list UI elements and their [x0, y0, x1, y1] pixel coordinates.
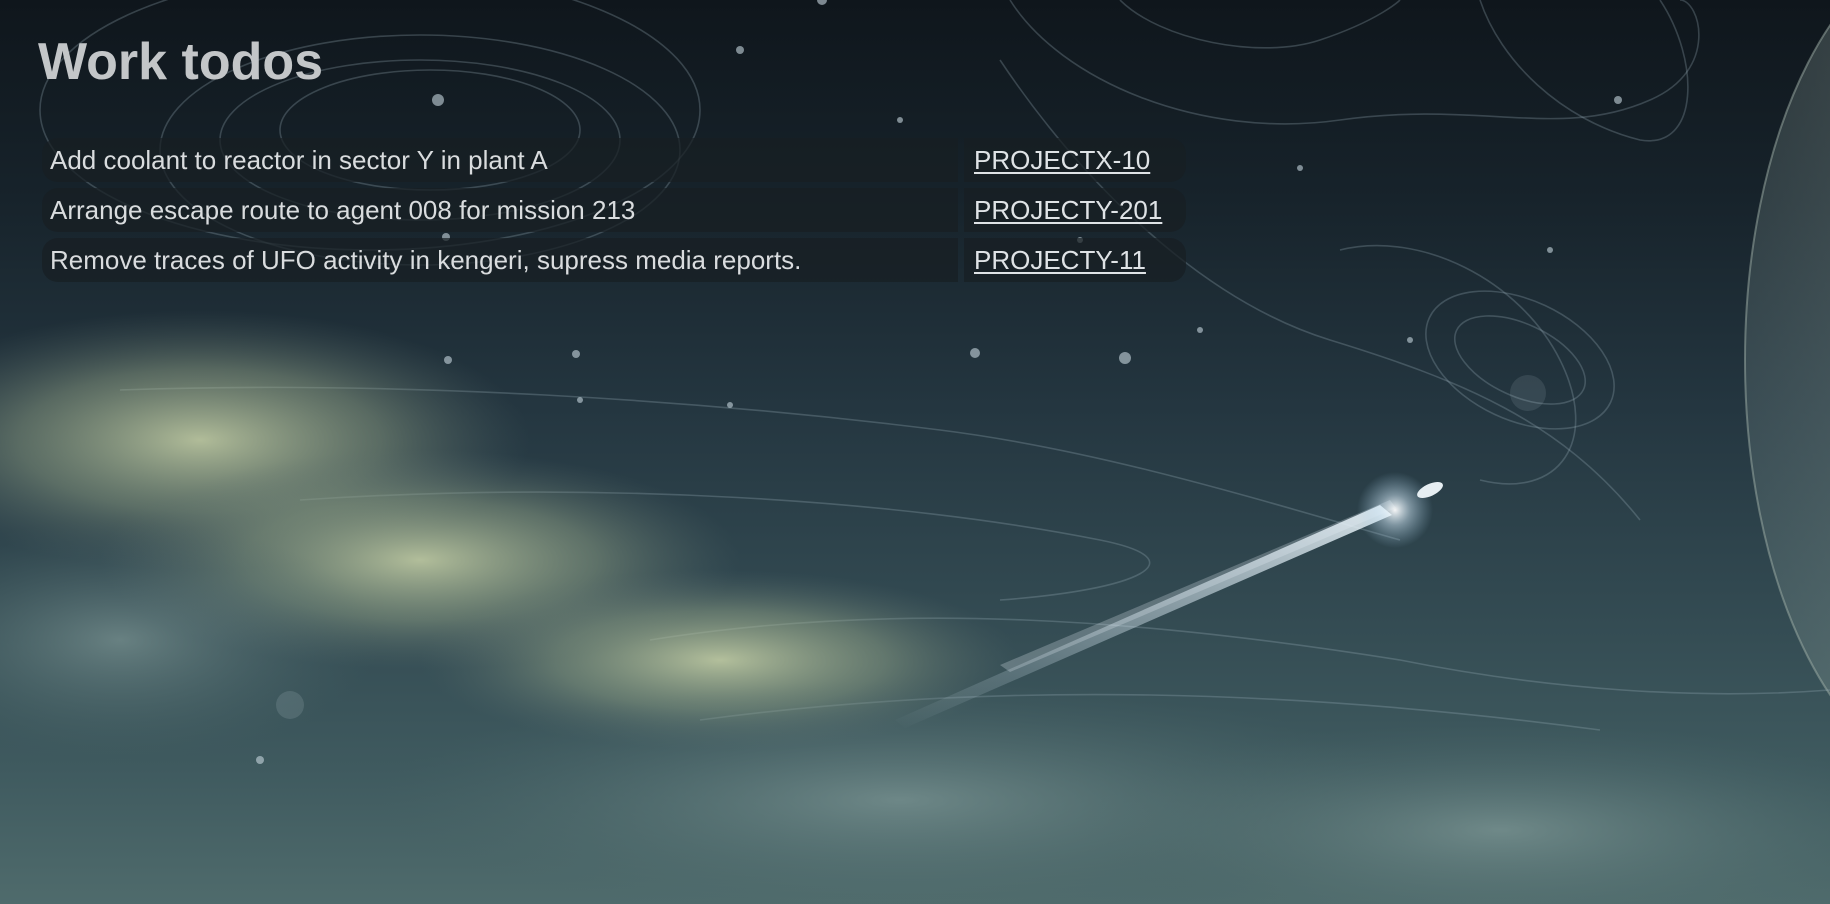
- issue-link[interactable]: PROJECTY-11: [974, 245, 1146, 275]
- todo-task: Remove traces of UFO activity in kengeri…: [42, 238, 958, 282]
- todo-key-cell: PROJECTX-10: [964, 138, 1186, 182]
- table-row: Arrange escape route to agent 008 for mi…: [42, 188, 1186, 232]
- table-row: Add coolant to reactor in sector Y in pl…: [42, 138, 1186, 182]
- table-row: Remove traces of UFO activity in kengeri…: [42, 238, 1186, 282]
- todo-panel: Work todos Add coolant to reactor in sec…: [38, 30, 1238, 282]
- todo-key-cell: PROJECTY-11: [964, 238, 1186, 282]
- todo-table: Add coolant to reactor in sector Y in pl…: [36, 132, 1192, 288]
- todo-task: Add coolant to reactor in sector Y in pl…: [42, 138, 958, 182]
- todo-task: Arrange escape route to agent 008 for mi…: [42, 188, 958, 232]
- todo-key-cell: PROJECTY-201: [964, 188, 1186, 232]
- page-title: Work todos: [38, 33, 324, 91]
- issue-link[interactable]: PROJECTY-201: [974, 195, 1162, 225]
- new-tab-page: Work todos Add coolant to reactor in sec…: [0, 0, 1830, 904]
- issue-link[interactable]: PROJECTX-10: [974, 145, 1150, 175]
